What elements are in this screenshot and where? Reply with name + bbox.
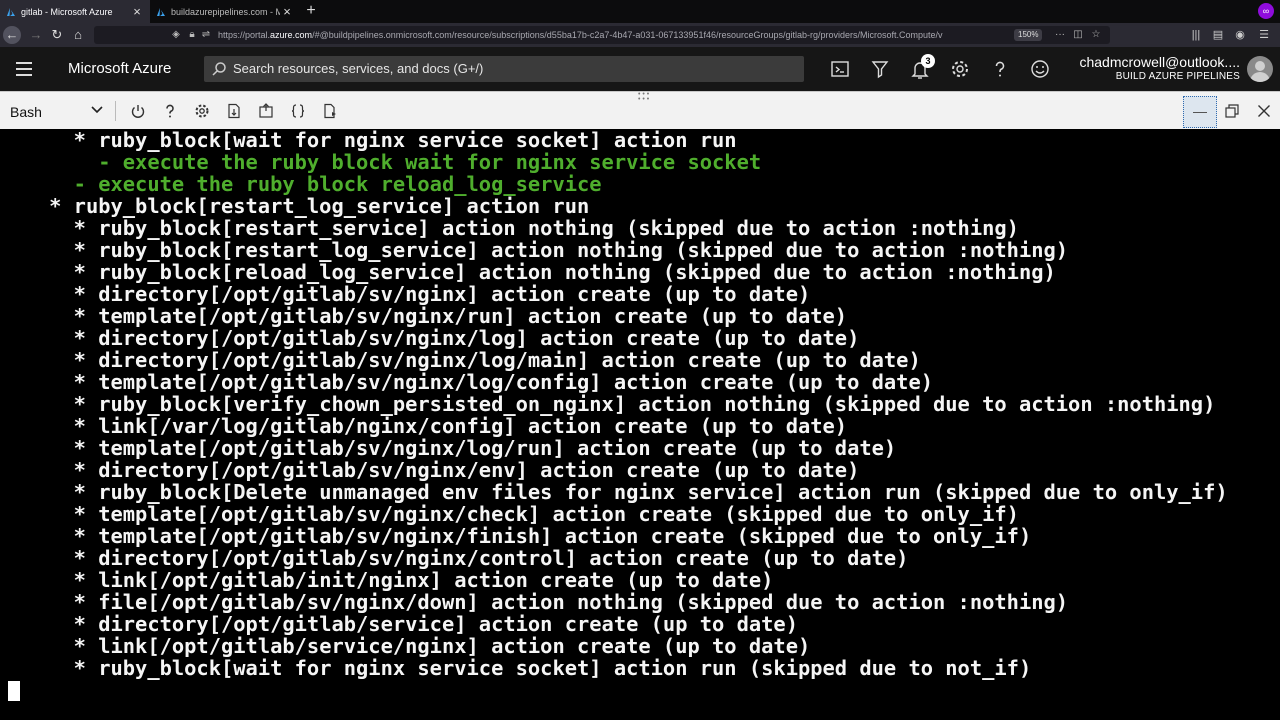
- directory-filter-icon[interactable]: [869, 58, 891, 80]
- minimize-button[interactable]: [1183, 96, 1217, 128]
- more-actions-icon[interactable]: ···: [1054, 26, 1066, 44]
- minimize-icon: [1193, 112, 1207, 113]
- browser-tab-strip: gitlab - Microsoft Azure × buildazurepip…: [0, 0, 1280, 23]
- terminal-line: * template[/opt/gitlab/sv/nginx/log/conf…: [73, 370, 934, 394]
- terminal-line: * ruby_block[verify_chown_persisted_on_n…: [73, 392, 1216, 416]
- web-preview-icon[interactable]: [322, 103, 338, 119]
- terminal-line: * directory[/opt/gitlab/sv/nginx/control…: [73, 546, 909, 570]
- maximize-restore-icon[interactable]: [1224, 103, 1240, 119]
- upload-download-files-icon[interactable]: [226, 103, 242, 119]
- notification-count-badge: 3: [921, 54, 935, 68]
- terminal-line: * ruby_block[restart_log_service] action…: [73, 238, 1069, 262]
- url-text: https://portal.azure.com/#@buildpipeline…: [218, 30, 943, 40]
- terminal-line: * ruby_block[restart_log_service] action…: [49, 194, 590, 218]
- terminal-line: * directory[/opt/gitlab/sv/nginx/log/mai…: [73, 348, 921, 372]
- close-icon[interactable]: [1256, 103, 1272, 119]
- help-icon[interactable]: [989, 58, 1011, 80]
- terminal-line: * link[/var/log/gitlab/nginx/config] act…: [73, 414, 848, 438]
- browser-nav-bar: ← → ↻ ⌂ ◈ 🔒︎ ⇌ https://portal.azure.com/…: [0, 23, 1280, 47]
- terminal-line: * ruby_block[wait for nginx service sock…: [73, 656, 1032, 680]
- terminal-line: * template[/opt/gitlab/sv/nginx/check] a…: [73, 502, 1019, 526]
- azure-logo-icon: [7, 7, 15, 16]
- back-button[interactable]: ←: [3, 26, 21, 44]
- help-icon[interactable]: [162, 103, 178, 119]
- terminal-line: * directory[/opt/gitlab/sv/nginx/log] ac…: [73, 326, 860, 350]
- shell-type-select[interactable]: Bash: [0, 92, 112, 130]
- terminal-line: * directory[/opt/gitlab/sv/nginx] action…: [73, 282, 811, 306]
- settings-gear-icon[interactable]: [949, 58, 971, 80]
- account-email: chadmcrowell@outlook....: [1079, 54, 1240, 70]
- chevron-down-icon: [91, 106, 103, 114]
- global-search-input[interactable]: Search resources, services, and docs (G+…: [204, 56, 804, 82]
- account-directory: BUILD AZURE PIPELINES: [1115, 71, 1240, 82]
- account-icon[interactable]: ◉: [1233, 26, 1247, 44]
- terminal-cursor: [8, 681, 20, 701]
- search-placeholder: Search resources, services, and docs (G+…: [233, 61, 484, 76]
- browser-tab-title: gitlab - Microsoft Azure: [21, 6, 113, 17]
- terminal-output[interactable]: * ruby_block[wait for nginx service sock…: [0, 129, 1280, 720]
- browser-tab-buildazurepipelines[interactable]: buildazurepipelines.com - Micr ×: [150, 0, 300, 23]
- library-icon[interactable]: |||: [1189, 26, 1203, 44]
- reload-button[interactable]: ↻: [48, 26, 66, 44]
- permissions-icon[interactable]: ⇌: [200, 26, 212, 44]
- pocket-icon[interactable]: ◫: [1072, 26, 1084, 44]
- private-browsing-icon[interactable]: ∞: [1258, 3, 1274, 19]
- bookmark-star-icon[interactable]: ☆: [1090, 26, 1102, 44]
- azure-header: Microsoft Azure Search resources, servic…: [0, 47, 1280, 91]
- terminal-line: * ruby_block[restart_service] action not…: [73, 216, 1019, 240]
- resize-grip-icon[interactable]: • • • • • •: [638, 91, 649, 103]
- terminal-line: * ruby_block[Delete unmanaged env files …: [73, 480, 1228, 504]
- cloud-shell-toolbar: • • • • • • Bash: [0, 91, 1280, 129]
- cloud-shell-icon[interactable]: [829, 58, 851, 80]
- url-bar[interactable]: ◈ 🔒︎ ⇌ https://portal.azure.com/#@buildp…: [94, 26, 1110, 44]
- azure-logo-icon: [157, 7, 165, 16]
- browser-tab-gitlab[interactable]: gitlab - Microsoft Azure ×: [0, 0, 150, 23]
- browser-tab-title: buildazurepipelines.com - Micr: [171, 6, 280, 17]
- terminal-line: * template[/opt/gitlab/sv/nginx/run] act…: [73, 304, 848, 328]
- shield-icon[interactable]: ◈: [170, 26, 182, 44]
- restart-power-icon[interactable]: [130, 103, 146, 119]
- avatar[interactable]: [1247, 56, 1273, 82]
- terminal-line: - execute the ruby block wait for nginx …: [98, 150, 762, 174]
- terminal-line: * template[/opt/gitlab/sv/nginx/finish] …: [73, 524, 1032, 548]
- close-tab-icon[interactable]: ×: [130, 4, 144, 19]
- close-tab-icon[interactable]: ×: [280, 4, 294, 19]
- terminal-line: - execute the ruby block reload_log_serv…: [73, 172, 602, 196]
- terminal-line: * link[/opt/gitlab/service/nginx] action…: [73, 634, 811, 658]
- portal-menu-icon[interactable]: [16, 62, 32, 76]
- terminal-line: * directory[/opt/gitlab/sv/nginx/env] ac…: [73, 458, 860, 482]
- portal-brand[interactable]: Microsoft Azure: [68, 60, 171, 77]
- sidebar-icon[interactable]: ▤: [1211, 26, 1225, 44]
- terminal-line: * file[/opt/gitlab/sv/nginx/down] action…: [73, 590, 1069, 614]
- open-new-session-icon[interactable]: [258, 103, 274, 119]
- terminal-line: * ruby_block[wait for nginx service sock…: [73, 129, 737, 152]
- feedback-smiley-icon[interactable]: [1029, 58, 1051, 80]
- user-avatar-icon: [1250, 61, 1270, 82]
- home-button[interactable]: ⌂: [69, 26, 87, 44]
- zoom-level[interactable]: 150%: [1014, 29, 1043, 41]
- toolbar-divider: [115, 101, 116, 121]
- settings-gear-icon[interactable]: [194, 103, 210, 119]
- shell-type-label: Bash: [10, 104, 42, 120]
- open-editor-braces-icon[interactable]: [290, 103, 306, 119]
- terminal-line: * directory[/opt/gitlab/service] action …: [73, 612, 798, 636]
- terminal-line: * link[/opt/gitlab/init/nginx] action cr…: [73, 568, 774, 592]
- new-tab-button[interactable]: +: [303, 2, 319, 20]
- app-menu-icon[interactable]: ☰: [1257, 26, 1271, 44]
- account-menu[interactable]: chadmcrowell@outlook.... BUILD AZURE PIP…: [1079, 54, 1240, 82]
- terminal-line: * ruby_block[reload_log_service] action …: [73, 260, 1056, 284]
- lock-icon[interactable]: 🔒︎: [186, 26, 198, 44]
- terminal-line: * template[/opt/gitlab/sv/nginx/log/run]…: [73, 436, 897, 460]
- search-icon: [212, 62, 226, 76]
- forward-button[interactable]: →: [27, 26, 45, 44]
